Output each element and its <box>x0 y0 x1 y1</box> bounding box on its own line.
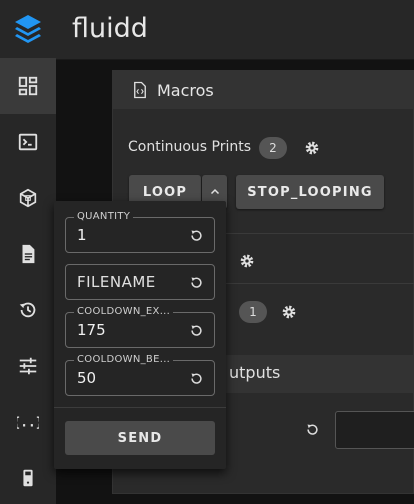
code-file-icon <box>134 81 146 99</box>
field-value: 175 <box>77 321 106 339</box>
cooldown-extruder-field[interactable]: COOLDOWN_EX... 175 <box>65 306 215 348</box>
reset-icon[interactable] <box>189 275 204 290</box>
macro-params-popup: QUANTITY 1 FILENAME COOLDOWN_EX... 175 C… <box>54 201 226 469</box>
field-value: 50 <box>77 369 97 387</box>
field-label: COOLDOWN_EX... <box>74 306 174 317</box>
field-label: COOLDOWN_BE... <box>74 354 174 365</box>
reset-icon[interactable] <box>189 371 204 386</box>
output-value-input[interactable] <box>335 411 414 449</box>
fluidd-logo[interactable] <box>0 0 56 60</box>
divider <box>54 407 226 408</box>
stop-looping-button[interactable]: STOP_LOOPING <box>236 175 384 209</box>
quantity-field[interactable]: QUANTITY 1 <box>65 211 215 253</box>
outputs-title: utputs <box>229 363 281 382</box>
macros-card-header: Macros <box>113 71 414 109</box>
chevron-up-icon <box>210 188 219 195</box>
category-count-badge: 1 <box>239 301 267 323</box>
app-bar: fluidd <box>56 0 414 60</box>
field-label: QUANTITY <box>74 211 134 222</box>
nav-toolhead[interactable] <box>0 170 56 226</box>
layers-logo-icon <box>15 15 41 43</box>
nav-config[interactable]: {..} <box>0 394 56 450</box>
filename-field[interactable]: FILENAME <box>65 264 215 300</box>
code-braces-icon: {..} <box>17 416 39 431</box>
gear-icon[interactable] <box>281 304 297 320</box>
category-label: Continuous Prints <box>128 139 252 155</box>
app-title: fluidd <box>72 13 148 44</box>
history-icon <box>19 302 36 318</box>
gear-icon[interactable] <box>304 140 320 156</box>
macros-title: Macros <box>157 80 214 100</box>
cooldown-bed-field[interactable]: COOLDOWN_BE... 50 <box>65 354 215 396</box>
send-button[interactable]: SEND <box>65 421 215 455</box>
reset-icon[interactable] <box>305 422 320 437</box>
dashboard-icon <box>18 76 38 96</box>
svg-text:{..}: {..} <box>17 416 39 431</box>
nav-console[interactable] <box>0 114 56 170</box>
device-icon <box>23 469 33 487</box>
field-placeholder: FILENAME <box>77 273 156 291</box>
sidebar: {..} <box>0 0 56 504</box>
nav-history[interactable] <box>0 282 56 338</box>
reset-icon[interactable] <box>189 228 204 243</box>
category-count-badge: 2 <box>259 137 287 159</box>
field-value: 1 <box>77 226 87 244</box>
tune-icon <box>19 357 37 375</box>
app-root: {..} fluidd Macros Co <box>0 0 414 504</box>
cube-icon <box>19 188 37 208</box>
gear-icon[interactable] <box>239 253 255 269</box>
reset-icon[interactable] <box>189 323 204 338</box>
console-icon <box>18 133 38 151</box>
file-document-icon <box>22 244 35 264</box>
nav-system[interactable] <box>0 450 56 504</box>
nav-dashboard[interactable] <box>0 58 56 114</box>
nav-files[interactable] <box>0 226 56 282</box>
nav-tune[interactable] <box>0 338 56 394</box>
